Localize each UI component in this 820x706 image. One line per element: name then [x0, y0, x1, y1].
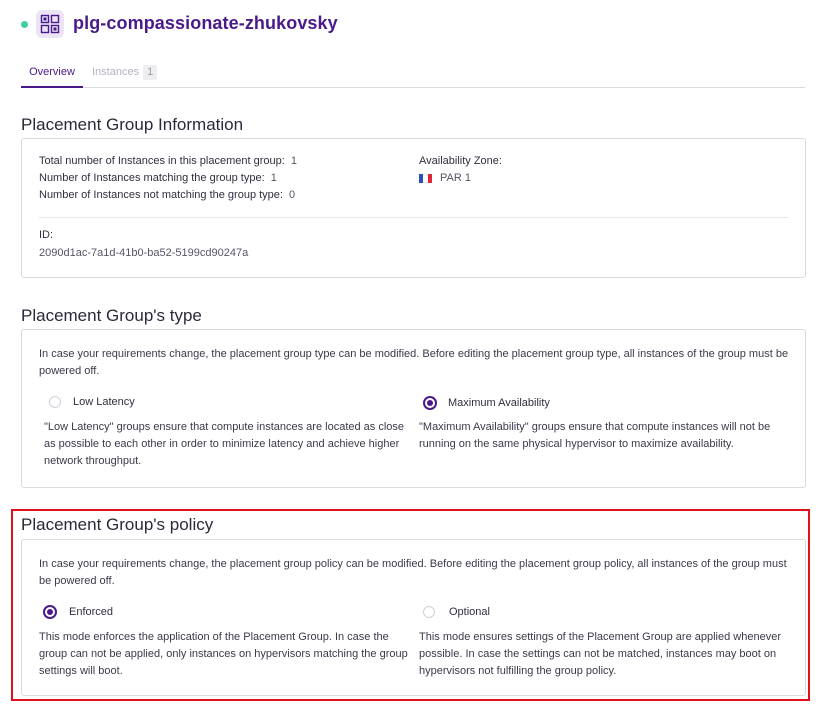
status-indicator: [21, 21, 28, 28]
id-value: 2090d1ac-7a1d-41b0-ba52-5199cd90247a: [39, 247, 249, 259]
low-latency-label: Low Latency: [73, 396, 135, 408]
enforced-option[interactable]: Enforced: [43, 605, 113, 619]
total-instances-row: Total number of Instances in this placem…: [39, 155, 297, 167]
enforced-description: This mode enforces the application of th…: [39, 631, 408, 677]
not-matching-instances-value: 0: [289, 189, 296, 201]
maximum-availability-label: Maximum Availability: [448, 397, 550, 409]
type-section-title: Placement Group's type: [21, 306, 202, 325]
tab-instances-label: Instances: [92, 66, 140, 78]
low-latency-option[interactable]: Low Latency: [49, 396, 135, 408]
page-title: plg-compassionate-zhukovsky: [73, 13, 338, 33]
not-matching-instances-row: Number of Instances not matching the gro…: [39, 189, 295, 201]
optional-radio[interactable]: [423, 606, 435, 618]
france-flag-icon: [419, 173, 432, 183]
tab-overview[interactable]: Overview: [21, 60, 83, 88]
id-label: ID:: [39, 229, 54, 241]
total-instances-value: 1: [290, 155, 297, 167]
low-latency-radio[interactable]: [49, 396, 61, 408]
optional-option[interactable]: Optional: [423, 606, 490, 618]
not-matching-instances-label: Number of Instances not matching the gro…: [39, 189, 283, 201]
info-card: Total number of Instances in this placem…: [21, 138, 806, 278]
matching-instances-label: Number of Instances matching the group t…: [39, 172, 265, 184]
policy-section-title: Placement Group's policy: [21, 515, 214, 534]
enforced-label: Enforced: [69, 606, 114, 618]
maximum-availability-radio[interactable]: [423, 396, 437, 410]
enforced-radio[interactable]: [43, 605, 57, 619]
maximum-availability-option[interactable]: Maximum Availability: [423, 396, 550, 410]
policy-card: In case your requirements change, the pl…: [21, 539, 806, 696]
placement-group-icon: [36, 10, 64, 38]
instances-count-badge: 1: [143, 65, 158, 80]
availability-zone-label: Availability Zone:: [419, 155, 502, 167]
total-instances-label: Total number of Instances in this placem…: [39, 155, 285, 167]
type-intro-text: In case your requirements change, the pl…: [39, 348, 789, 377]
info-section-title: Placement Group Information: [21, 115, 244, 134]
tab-instances[interactable]: Instances 1: [92, 60, 158, 86]
maximum-availability-description: "Maximum Availability" groups ensure tha…: [419, 421, 771, 450]
matching-instances-value: 1: [270, 172, 277, 184]
type-card: In case your requirements change, the pl…: [21, 329, 806, 488]
optional-label: Optional: [449, 606, 490, 618]
availability-zone-row: PAR 1: [419, 172, 471, 184]
divider: [39, 217, 788, 218]
policy-intro-text: In case your requirements change, the pl…: [39, 558, 787, 587]
matching-instances-row: Number of Instances matching the group t…: [39, 172, 277, 184]
low-latency-description: "Low Latency" groups ensure that compute…: [44, 421, 405, 467]
availability-zone-value: PAR 1: [440, 172, 471, 184]
optional-description: This mode ensures settings of the Placem…: [419, 631, 781, 677]
tab-bar: Overview Instances 1: [21, 60, 805, 88]
